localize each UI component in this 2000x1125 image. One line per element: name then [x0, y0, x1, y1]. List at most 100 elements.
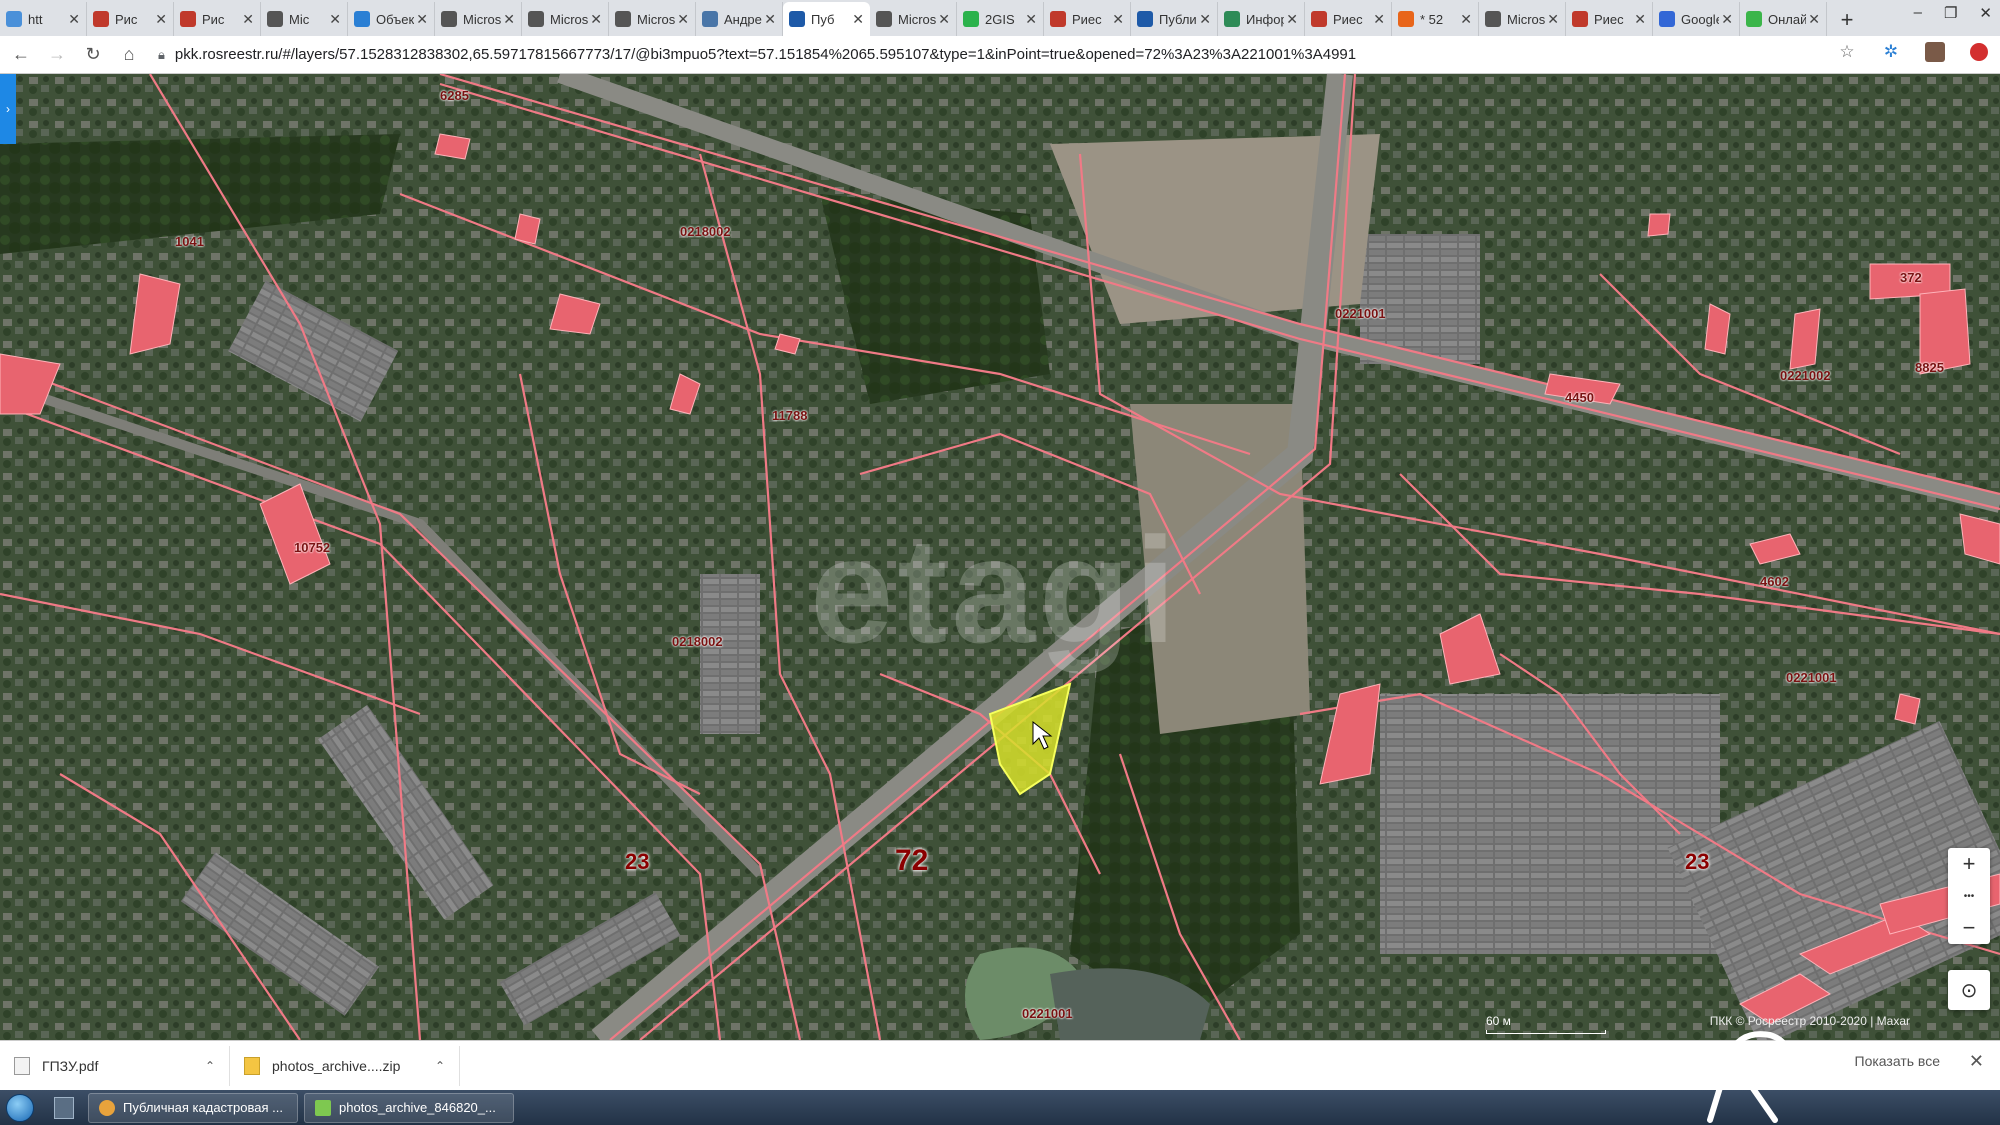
close-tab-icon[interactable]: ✕	[1721, 11, 1733, 28]
download-filename: photos_archive....zip	[272, 1057, 401, 1074]
tab-label: Риес	[1072, 11, 1102, 27]
adblock-icon[interactable]	[1968, 41, 1990, 63]
tab-label: Пуб	[811, 11, 835, 27]
extension-icon[interactable]: ✲	[1880, 41, 1902, 63]
browser-tab[interactable]: Рис ✕	[87, 2, 174, 36]
minimize-button[interactable]: –	[1914, 4, 1922, 22]
home-button[interactable]: ⌂	[114, 40, 144, 70]
scale-bar	[1486, 1030, 1606, 1034]
url-text[interactable]: pkk.rosreestr.ru/#/layers/57.15283128383…	[175, 46, 1356, 63]
browser-tab-strip: htt ✕ Рис ✕ Рис ✕ Mic ✕ Объек ✕ Micros ✕ Micros ✕ Micr…	[0, 0, 2000, 36]
tab-list: htt ✕ Рис ✕ Рис ✕ Mic ✕ Объек ✕ Micros ✕ Micros ✕ Micr…	[0, 2, 1827, 36]
browser-tab[interactable]: Андре ✕	[696, 2, 783, 36]
close-tab-icon[interactable]: ✕	[938, 11, 950, 28]
mail-icon	[1398, 11, 1414, 27]
taskbar-item-chrome[interactable]: Публичная кадастровая ...	[88, 1092, 298, 1123]
browser-tab[interactable]: Micros ✕	[609, 2, 696, 36]
new-tab-button[interactable]: +	[1831, 4, 1863, 36]
browser-tab[interactable]: Micros ✕	[435, 2, 522, 36]
browser-tab[interactable]: Micros ✕	[870, 2, 957, 36]
locate-button[interactable]: ⊙	[1948, 970, 1990, 1010]
close-tab-icon[interactable]: ✕	[1025, 11, 1037, 28]
zoom-levels-button[interactable]: •••	[1948, 880, 1990, 912]
browser-tab[interactable]: Риес ✕	[1044, 2, 1131, 36]
close-tab-icon[interactable]: ✕	[1286, 11, 1298, 28]
browser-tab[interactable]: Mic ✕	[261, 2, 348, 36]
close-tab-icon[interactable]: ✕	[503, 11, 515, 28]
browser-tab[interactable]: Инфор ✕	[1218, 2, 1305, 36]
browser-tab[interactable]: Риес ✕	[1305, 2, 1392, 36]
close-tab-icon[interactable]: ✕	[1460, 11, 1472, 28]
profile-avatar-icon[interactable]	[1924, 41, 1946, 63]
restore-button[interactable]: ❐	[1944, 4, 1957, 22]
close-tab-icon[interactable]: ✕	[1808, 11, 1820, 28]
reload-button[interactable]: ↻	[78, 40, 108, 70]
tab-label: Micros	[463, 11, 502, 27]
tab-label: Онлай	[1768, 11, 1807, 27]
tab-label: Micros	[637, 11, 676, 27]
tab-label: htt	[28, 11, 43, 27]
close-tab-icon[interactable]: ✕	[764, 11, 776, 28]
tab-label: Google	[1681, 11, 1720, 27]
close-tab-icon[interactable]: ✕	[416, 11, 428, 28]
tab-label: Micros	[550, 11, 589, 27]
plus-icon	[1224, 11, 1240, 27]
close-downloads-button[interactable]: ✕	[1969, 1051, 1984, 1072]
browser-tab[interactable]: Micros ✕	[1479, 2, 1566, 36]
chevron-up-icon[interactable]: ⌃	[435, 1059, 445, 1073]
cadastral-map[interactable]: etagi 0218002 0221001 0221002 0218002 02…	[0, 74, 2000, 1040]
browser-tab[interactable]: Риес ✕	[1566, 2, 1653, 36]
browser-tab[interactable]: * 52 ✕	[1392, 2, 1479, 36]
zoom-out-button[interactable]: −	[1948, 912, 1990, 944]
tab-label: Micros	[1507, 11, 1546, 27]
parcel-label: 8825	[1915, 360, 1944, 375]
chat-icon	[1746, 11, 1762, 27]
quarter-label: 23	[625, 849, 650, 874]
address-bar[interactable]: 🔒︎ pkk.rosreestr.ru/#/layers/57.15283128…	[158, 41, 1938, 69]
back-button[interactable]: ←	[6, 40, 36, 70]
close-tab-icon[interactable]: ✕	[329, 11, 341, 28]
globe-icon	[441, 11, 457, 27]
start-button[interactable]	[0, 1090, 40, 1125]
download-item[interactable]: ГПЗУ.pdf ⌃	[0, 1045, 230, 1086]
browser-tab[interactable]: 2GIS ✕	[957, 2, 1044, 36]
browser-tab[interactable]: Google ✕	[1653, 2, 1740, 36]
chevron-up-icon[interactable]: ⌃	[205, 1059, 215, 1073]
lock-icon: 🔒︎	[158, 46, 165, 62]
window-controls: – ❐ ✕	[1914, 4, 1992, 22]
arrow-left-icon: ←	[12, 44, 30, 64]
side-panel-toggle[interactable]: ›	[0, 74, 16, 144]
close-window-button[interactable]: ✕	[1979, 4, 1992, 22]
browser-tab[interactable]: Рис ✕	[174, 2, 261, 36]
scale-label: 60 м	[1486, 1014, 1511, 1028]
browser-tab[interactable]: Пуб ✕	[783, 2, 870, 36]
browser-toolbar: ← → ↻ ⌂ 🔒︎ pkk.rosreestr.ru/#/layers/57.…	[0, 36, 2000, 74]
pdf-file-icon	[14, 1056, 30, 1075]
close-tab-icon[interactable]: ✕	[1112, 11, 1124, 28]
close-tab-icon[interactable]: ✕	[68, 11, 80, 28]
browser-tab[interactable]: htt ✕	[0, 2, 87, 36]
browser-tab[interactable]: Объек ✕	[348, 2, 435, 36]
bookmark-star-icon[interactable]: ☆	[1836, 41, 1858, 63]
forward-button[interactable]: →	[42, 40, 72, 70]
close-tab-icon[interactable]: ✕	[242, 11, 254, 28]
rosreestr-icon	[789, 11, 805, 27]
close-tab-icon[interactable]: ✕	[590, 11, 602, 28]
close-tab-icon[interactable]: ✕	[155, 11, 167, 28]
toolbar-actions: ☆ ✲	[1836, 41, 1990, 63]
zoom-in-button[interactable]: +	[1948, 848, 1990, 880]
close-tab-icon[interactable]: ✕	[677, 11, 689, 28]
download-item[interactable]: photos_archive....zip ⌃	[230, 1045, 460, 1086]
calculator-pinned-app[interactable]	[46, 1093, 82, 1123]
close-tab-icon[interactable]: ✕	[1199, 11, 1211, 28]
browser-tab[interactable]: Micros ✕	[522, 2, 609, 36]
close-tab-icon[interactable]: ✕	[1634, 11, 1646, 28]
close-tab-icon[interactable]: ✕	[1373, 11, 1385, 28]
close-tab-icon[interactable]: ✕	[852, 11, 864, 28]
browser-tab[interactable]: Онлай ✕	[1740, 2, 1827, 36]
tab-label: Риес	[1333, 11, 1363, 27]
location-pin-icon: ⊙	[1960, 979, 1978, 1002]
close-tab-icon[interactable]: ✕	[1547, 11, 1559, 28]
taskbar-item-archive[interactable]: photos_archive_846820_...	[304, 1092, 514, 1123]
browser-tab[interactable]: Публи ✕	[1131, 2, 1218, 36]
